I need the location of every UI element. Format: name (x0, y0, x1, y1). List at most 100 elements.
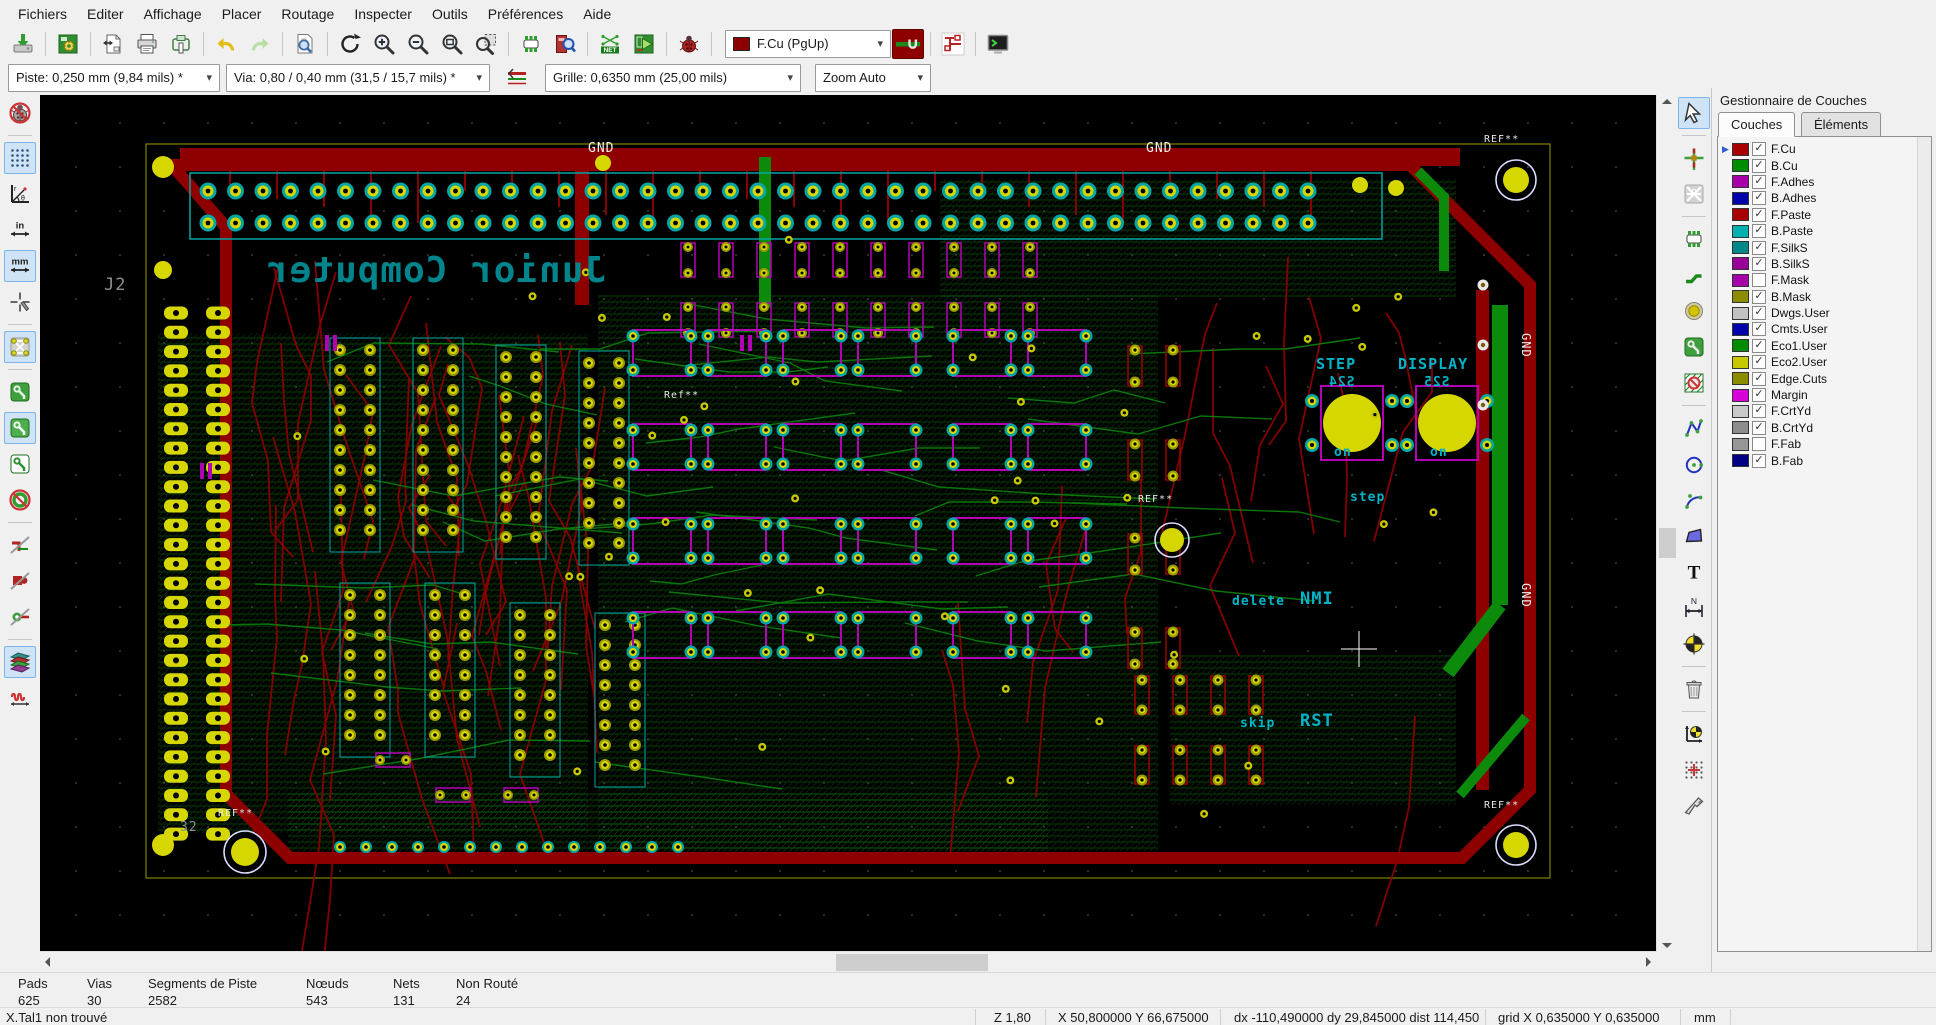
horizontal-scroll-thumb[interactable] (836, 954, 988, 971)
zone-outline-button[interactable] (4, 412, 36, 444)
track-width-select[interactable]: Piste: 0,250 mm (9,84 mils) * ▾ (8, 63, 220, 92)
vertical-scroll-thumb[interactable] (1659, 528, 1676, 558)
grid-visibility-button[interactable] (4, 142, 36, 174)
local-ratsnest-button[interactable] (1678, 178, 1710, 210)
polar-coords-button[interactable]: rθ (4, 178, 36, 210)
via-sketch-button[interactable] (4, 601, 36, 633)
add-graphic-circle-button[interactable] (1678, 448, 1710, 480)
units-mm-button[interactable]: mm (4, 250, 36, 282)
route-tracks-button[interactable] (1678, 259, 1710, 291)
layer-row-eco1-user[interactable]: ▶✓Eco1.User (1720, 338, 1931, 354)
layer-visibility-checkbox[interactable]: ✓ (1752, 306, 1766, 321)
menu-fichiers[interactable]: Fichiers (8, 1, 77, 27)
layer-visibility-checkbox[interactable]: ✓ (1752, 191, 1766, 206)
add-graphic-polygon-button[interactable] (1678, 520, 1710, 552)
page-settings-button[interactable] (97, 29, 129, 59)
select-tool-button[interactable] (1678, 97, 1710, 129)
grid-select[interactable]: Grille: 0,6350 mm (25,00 mils) ▾ (545, 63, 801, 92)
menu-outils[interactable]: Outils (422, 1, 478, 27)
layer-visibility-checkbox[interactable]: ✓ (1752, 174, 1766, 189)
layer-visibility-checkbox[interactable]: ✓ (1752, 142, 1766, 157)
zoom-out-button[interactable] (402, 29, 434, 59)
layer-row-f-silks[interactable]: ▶✓F.SilkS (1720, 239, 1931, 255)
layer-visibility-checkbox[interactable]: ✓ (1752, 224, 1766, 239)
layer-row-f-crtyd[interactable]: ▶✓F.CrtYd (1720, 403, 1931, 419)
zoom-select[interactable]: Zoom Auto ▾ (815, 63, 931, 92)
layer-row-f-fab[interactable]: ▶F.Fab (1720, 436, 1931, 452)
footprint-browser-button[interactable] (549, 29, 581, 59)
layer-visibility-checkbox[interactable]: ✓ (1752, 453, 1766, 468)
layer-selector-combo[interactable]: F.Cu (PgUp) ▾ (725, 29, 891, 58)
layer-visibility-checkbox[interactable]: ✓ (1752, 404, 1766, 419)
layer-visibility-checkbox[interactable]: ✓ (1752, 388, 1766, 403)
layer-visibility-checkbox[interactable]: ✓ (1752, 338, 1766, 353)
scroll-up-icon[interactable] (1662, 99, 1672, 104)
via-size-select[interactable]: Via: 0,80 / 0,40 mm (31,5 / 15,7 mils) *… (226, 63, 490, 92)
board-setup-button[interactable] (52, 29, 84, 59)
layer-row-b-mask[interactable]: ▶✓B.Mask (1720, 289, 1931, 305)
layer-visibility-checkbox[interactable]: ✓ (1752, 240, 1766, 255)
measure-tool-button[interactable] (1678, 790, 1710, 822)
layer-row-f-paste[interactable]: ▶✓F.Paste (1720, 207, 1931, 223)
menu-routage[interactable]: Routage (271, 1, 344, 27)
layer-row-b-fab[interactable]: ▶✓B.Fab (1720, 452, 1931, 468)
layers-panel-scrollbar[interactable] (1917, 137, 1931, 951)
auto-track-width-button[interactable] (501, 63, 533, 93)
find-button[interactable] (289, 29, 321, 59)
layer-row-b-adhes[interactable]: ▶✓B.Adhes (1720, 190, 1931, 206)
redraw-button[interactable] (334, 29, 366, 59)
add-footprint-button[interactable] (1678, 223, 1710, 255)
layer-visibility-checkbox[interactable]: ✓ (1752, 207, 1766, 222)
layer-row-edge-cuts[interactable]: ▶✓Edge.Cuts (1720, 370, 1931, 386)
drill-place-origin-button[interactable] (1678, 718, 1710, 750)
add-target-button[interactable] (1678, 628, 1710, 660)
layer-row-f-mask[interactable]: ▶F.Mask (1720, 272, 1931, 288)
layer-row-b-crtyd[interactable]: ▶✓B.CrtYd (1720, 420, 1931, 436)
layer-visibility-checkbox[interactable]: ✓ (1752, 289, 1766, 304)
track-sketch-button[interactable] (4, 529, 36, 561)
cursor-shape-button[interactable] (4, 286, 36, 318)
menu-affichage[interactable]: Affichage (134, 1, 212, 27)
netlist-button[interactable]: NET (594, 29, 626, 59)
plot-button[interactable] (165, 29, 197, 59)
zoom-selection-button[interactable] (470, 29, 502, 59)
add-via-button[interactable] (1678, 295, 1710, 327)
add-keepout-button[interactable] (1678, 367, 1710, 399)
layer-visibility-checkbox[interactable]: ✓ (1752, 322, 1766, 337)
scroll-down-icon[interactable] (1662, 943, 1672, 948)
layer-visibility-checkbox[interactable]: ✓ (1752, 371, 1766, 386)
zone-hidden-button[interactable] (4, 448, 36, 480)
pcb-canvas[interactable]: GND GND GND GND J2 32 REF** REF** REF** REF** Ref*… (40, 95, 1656, 952)
menu-preferences[interactable]: Préférences (478, 1, 573, 27)
layer-row-f-cu[interactable]: ▶ ✓ F.Cu (1720, 141, 1931, 157)
menu-editer[interactable]: Editer (77, 1, 134, 27)
add-graphic-arc-button[interactable] (1678, 484, 1710, 516)
layer-visibility-checkbox[interactable]: ✓ (1752, 158, 1766, 173)
add-zone-button[interactable] (1678, 331, 1710, 363)
update-pcb-button[interactable] (628, 29, 660, 59)
scripting-console-button[interactable] (982, 29, 1014, 59)
drc-button[interactable] (673, 29, 705, 59)
highlight-net-button[interactable] (1678, 142, 1710, 174)
tab-couches[interactable]: Couches (1718, 112, 1796, 137)
horizontal-scrollbar[interactable] (40, 951, 1656, 973)
layer-visibility-checkbox[interactable]: ✓ (1752, 420, 1766, 435)
save-button[interactable] (7, 29, 39, 59)
zoom-fit-button[interactable] (436, 29, 468, 59)
grid-origin-button[interactable] (1678, 754, 1710, 786)
add-text-button[interactable]: T (1678, 556, 1710, 588)
layer-visibility-checkbox[interactable]: ✓ (1752, 256, 1766, 271)
zone-off-button[interactable] (4, 484, 36, 516)
layer-row-cmts-user[interactable]: ▶✓Cmts.User (1720, 321, 1931, 337)
menu-placer[interactable]: Placer (212, 1, 272, 27)
layer-row-f-adhes[interactable]: ▶✓F.Adhes (1720, 174, 1931, 190)
layer-visibility-checkbox[interactable] (1752, 273, 1766, 288)
microwave-toolbar-button[interactable] (4, 682, 36, 714)
zoom-in-button[interactable] (368, 29, 400, 59)
zone-filled-button[interactable] (4, 376, 36, 408)
cleanup-tracks-button[interactable] (937, 29, 969, 59)
menu-inspecter[interactable]: Inspecter (344, 1, 422, 27)
layer-row-b-cu[interactable]: ▶✓B.Cu (1720, 157, 1931, 173)
delete-tool-button[interactable] (1678, 673, 1710, 705)
layer-visibility-checkbox[interactable]: ✓ (1752, 355, 1766, 370)
